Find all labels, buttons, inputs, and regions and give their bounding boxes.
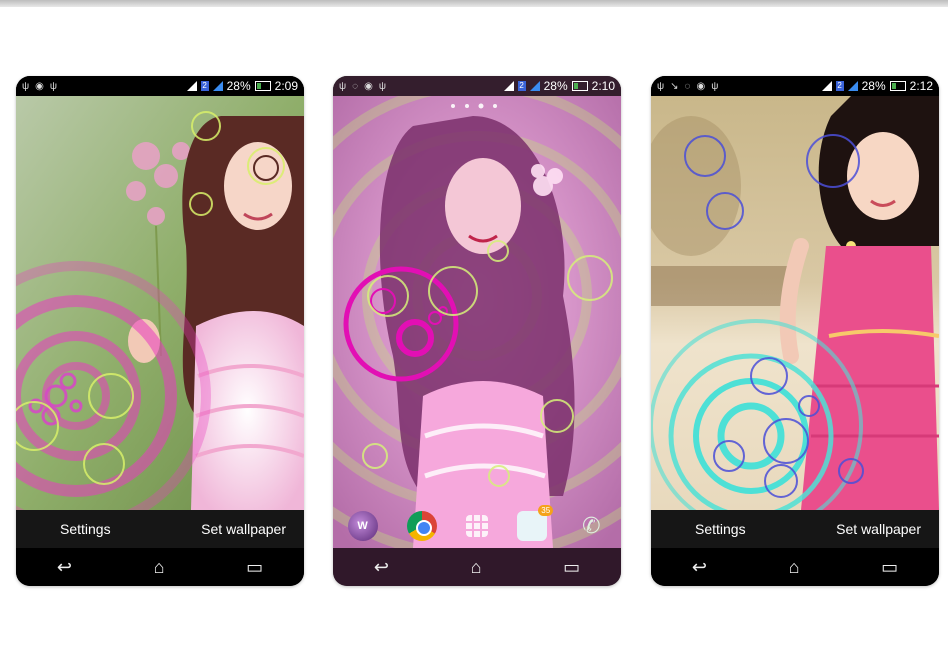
wifi-signal-icon xyxy=(212,81,223,91)
wallpaper-action-bar: Settings Set wallpaper xyxy=(651,510,939,548)
recents-icon[interactable]: ▭ xyxy=(246,557,263,578)
settings-button[interactable]: Settings xyxy=(695,521,746,537)
battery-percent: 28% xyxy=(861,79,886,93)
unread-badge: 35 xyxy=(538,505,554,516)
usb-icon: ψ xyxy=(22,80,30,92)
sim-badge: 2 xyxy=(200,81,209,91)
back-icon[interactable]: ↩ xyxy=(692,557,707,578)
status-bar: ψ ◉ ψ 2 28% 2:09 xyxy=(16,76,304,96)
battery-icon xyxy=(254,81,271,91)
sim-badge: 2 xyxy=(517,81,526,91)
phone-screenshot-3: ψ ↘ ◌ ◉ ψ 2 28% 2:12 Settings Set wallpa… xyxy=(651,76,939,586)
usb-debug-icon: ψ xyxy=(49,80,58,92)
back-icon[interactable]: ↩ xyxy=(374,557,389,578)
messaging-app-icon[interactable]: 35 xyxy=(517,505,554,541)
notification-icons: ψ ↘ ◌ ◉ ψ xyxy=(657,81,718,92)
walkman-app-icon[interactable]: W xyxy=(347,511,378,541)
sim-badge: 2 xyxy=(835,81,844,91)
notification-icons: ψ ◌ ◉ ψ xyxy=(339,81,386,92)
set-wallpaper-button[interactable]: Set wallpaper xyxy=(201,521,286,537)
home-icon[interactable]: ⌂ xyxy=(154,557,165,578)
battery-icon xyxy=(571,81,588,91)
whatsapp-icon: ◌ xyxy=(684,80,691,92)
signal-icon xyxy=(503,81,514,91)
back-icon[interactable]: ↩ xyxy=(57,557,72,578)
phone-screenshot-1: ψ ◉ ψ 2 28% 2:09 Settings Set wallpaper … xyxy=(16,76,304,586)
top-divider xyxy=(0,0,948,7)
app-drawer-icon[interactable] xyxy=(465,515,488,537)
usb-debug-icon: ψ xyxy=(711,80,719,92)
recents-icon[interactable]: ▭ xyxy=(881,557,898,578)
set-wallpaper-button[interactable]: Set wallpaper xyxy=(836,521,921,537)
signal-icon xyxy=(186,81,197,91)
wifi-signal-icon xyxy=(847,81,858,91)
android-icon: ◉ xyxy=(696,80,706,92)
home-icon[interactable]: ⌂ xyxy=(789,557,800,578)
missed-call-icon: ↘ xyxy=(670,80,679,92)
recents-icon[interactable]: ▭ xyxy=(563,557,580,578)
usb-icon: ψ xyxy=(657,80,665,92)
wifi-signal-icon xyxy=(529,81,540,91)
battery-icon xyxy=(889,81,906,91)
wallpaper-preview xyxy=(16,96,304,510)
status-bar: ψ ◌ ◉ ψ 2 28% 2:10 xyxy=(333,76,621,96)
clock: 2:10 xyxy=(591,79,615,93)
home-icon[interactable]: ⌂ xyxy=(471,557,482,578)
chrome-app-icon[interactable] xyxy=(406,511,437,541)
wallpaper-action-bar: Settings Set wallpaper xyxy=(16,510,304,548)
phone-app-icon[interactable]: ✆ xyxy=(576,511,606,541)
clock: 2:09 xyxy=(274,79,298,93)
navigation-bar: ↩ ⌂ ▭ xyxy=(16,548,304,586)
home-dock: W 35 ✆ xyxy=(333,504,621,548)
usb-debug-icon: ψ xyxy=(378,80,386,92)
android-icon: ◉ xyxy=(364,80,373,92)
battery-percent: 28% xyxy=(543,79,568,93)
navigation-bar: ↩ ⌂ ▭ xyxy=(651,548,939,586)
status-bar: ψ ↘ ◌ ◉ ψ 2 28% 2:12 xyxy=(651,76,939,96)
signal-icon xyxy=(821,81,832,91)
settings-button[interactable]: Settings xyxy=(60,521,111,537)
whatsapp-icon: ◌ xyxy=(352,80,359,92)
usb-icon: ψ xyxy=(339,80,347,92)
android-icon: ◉ xyxy=(35,80,44,92)
navigation-bar: ↩ ⌂ ▭ xyxy=(333,548,621,586)
clock: 2:12 xyxy=(909,79,933,93)
phone-screenshot-2: ψ ◌ ◉ ψ 2 28% 2:10 W 35 ✆ ↩ ⌂ ▭ xyxy=(333,76,621,586)
battery-percent: 28% xyxy=(226,79,251,93)
notification-icons: ψ ◉ ψ xyxy=(22,81,57,92)
wallpaper-preview xyxy=(651,96,939,510)
wallpaper-preview xyxy=(333,96,621,548)
